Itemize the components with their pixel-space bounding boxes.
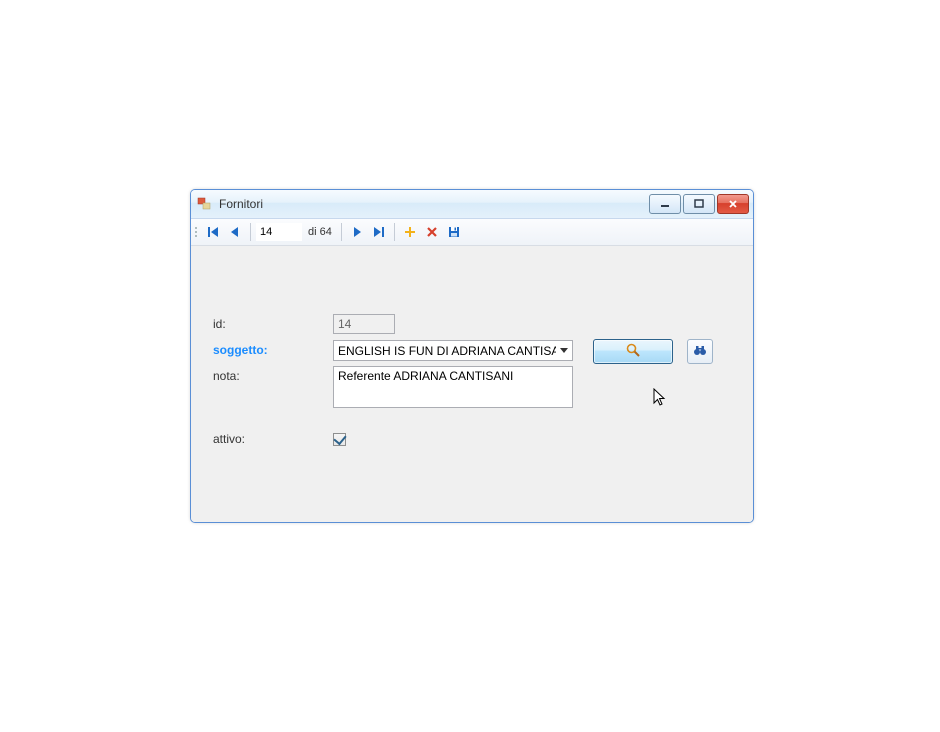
attivo-label: attivo: — [213, 432, 333, 446]
soggetto-combobox[interactable]: ENGLISH IS FUN DI ADRIANA CANTISANI — [333, 340, 573, 361]
cursor-icon — [653, 388, 669, 411]
close-button[interactable] — [717, 194, 749, 214]
chevron-down-icon[interactable] — [556, 341, 572, 360]
nav-delete-button[interactable] — [422, 222, 442, 242]
nav-first-button[interactable] — [203, 222, 223, 242]
nav-next-button[interactable] — [347, 222, 367, 242]
nav-last-button[interactable] — [369, 222, 389, 242]
nota-label: nota: — [213, 366, 333, 383]
minimize-button[interactable] — [649, 194, 681, 214]
nav-position-input[interactable] — [256, 223, 302, 241]
binoculars-icon — [692, 342, 708, 361]
app-icon — [197, 196, 213, 212]
toolbar-grip — [195, 227, 197, 237]
client-area: id: soggetto: ENGLISH IS FUN DI ADRIANA … — [191, 246, 753, 523]
nav-count-label: di 64 — [308, 226, 332, 238]
soggetto-label: soggetto: — [213, 340, 333, 357]
id-label: id: — [213, 314, 333, 331]
nav-save-button[interactable] — [444, 222, 464, 242]
magnifier-icon — [625, 342, 641, 361]
fornitori-window: Fornitori di 64 — [190, 189, 754, 523]
attivo-checkbox[interactable] — [333, 433, 346, 446]
nav-prev-button[interactable] — [225, 222, 245, 242]
id-field — [333, 314, 395, 334]
titlebar[interactable]: Fornitori — [191, 190, 753, 219]
nota-field[interactable] — [333, 366, 573, 408]
window-title: Fornitori — [219, 197, 649, 211]
search-button[interactable] — [593, 339, 673, 364]
nav-add-button[interactable] — [400, 222, 420, 242]
binding-navigator: di 64 — [191, 219, 753, 246]
find-button[interactable] — [687, 339, 713, 364]
maximize-button[interactable] — [683, 194, 715, 214]
soggetto-value: ENGLISH IS FUN DI ADRIANA CANTISANI — [334, 344, 556, 358]
